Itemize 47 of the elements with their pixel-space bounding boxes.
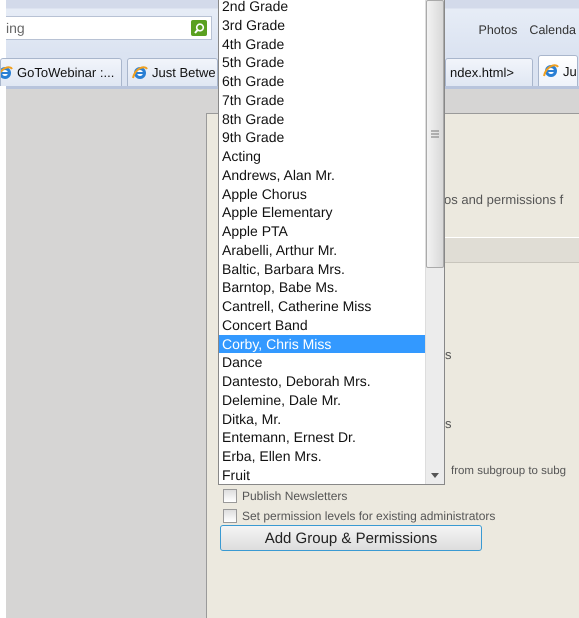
description-text: os and permissions f	[444, 192, 564, 207]
list-option[interactable]: Andrews, Alan Mr.	[219, 166, 425, 184]
search-button[interactable]	[191, 20, 207, 36]
list-option[interactable]: Delemine, Dale Mr.	[219, 390, 425, 410]
list-option[interactable]: Dance	[219, 353, 425, 372]
list-option[interactable]: Dantesto, Deborah Mrs.	[219, 372, 425, 391]
option-label: s	[445, 347, 452, 362]
list-option[interactable]: Cantrell, Catherine Miss	[219, 297, 425, 316]
list-option[interactable]: Acting	[219, 147, 425, 166]
list-option[interactable]: Entemann, Ernest Dr.	[219, 428, 425, 447]
list-option[interactable]: 5th Grade	[219, 53, 425, 72]
list-option[interactable]: Baltic, Barbara Mrs.	[219, 260, 425, 278]
browser-tab[interactable]: GoToWebinar :...	[0, 58, 122, 86]
checkbox[interactable]	[223, 509, 237, 523]
checkbox-label: Publish Newsletters	[242, 489, 348, 503]
browser-tab[interactable]: Ju	[538, 55, 578, 86]
list-option[interactable]: Ditka, Mr.	[219, 410, 425, 428]
checkbox-label: Set permission levels for existing administrators	[242, 509, 496, 523]
list-option[interactable]: 4th Grade	[219, 34, 425, 54]
list-option[interactable]: Barntop, Babe Ms.	[219, 278, 425, 297]
list-option[interactable]: Apple PTA	[219, 222, 425, 241]
option-label: from subgroup to subg	[451, 465, 566, 477]
browser-tab[interactable]: ndex.html>	[445, 58, 533, 86]
browser-icon	[1, 64, 13, 80]
list-option[interactable]: 7th Grade	[219, 90, 425, 110]
menu-item[interactable]: Calenda	[529, 23, 576, 37]
list-option[interactable]: Arabelli, Arthur Mr.	[219, 240, 425, 260]
list-option[interactable]: 2nd Grade	[219, 0, 425, 16]
option-label: s	[445, 416, 452, 431]
add-group-button[interactable]: Add Group & Permissions	[220, 525, 482, 551]
list-option[interactable]: Apple Elementary	[219, 203, 425, 222]
search-field[interactable]: ing	[6, 16, 212, 40]
checkbox[interactable]	[223, 489, 237, 503]
list-option[interactable]: 6th Grade	[219, 72, 425, 91]
list-option[interactable]: Apple Chorus	[219, 184, 425, 204]
list-option[interactable]: 8th Grade	[219, 110, 425, 128]
list-option[interactable]: Concert Band	[219, 316, 425, 334]
browser-tab[interactable]: Just Betwe	[127, 58, 218, 86]
list-option[interactable]: Fruit	[219, 466, 425, 484]
browser-icon	[543, 63, 559, 79]
list-option[interactable]: 9th Grade	[219, 128, 425, 147]
browser-icon	[132, 64, 148, 80]
caret-icon[interactable]	[431, 472, 439, 478]
list-option[interactable]: 3rd Grade	[219, 16, 425, 34]
menu-item[interactable]: Photos	[478, 23, 518, 37]
scrollbar-thumb[interactable]	[426, 0, 444, 268]
list-option[interactable]: Erba, Ellen Mrs.	[219, 447, 425, 466]
